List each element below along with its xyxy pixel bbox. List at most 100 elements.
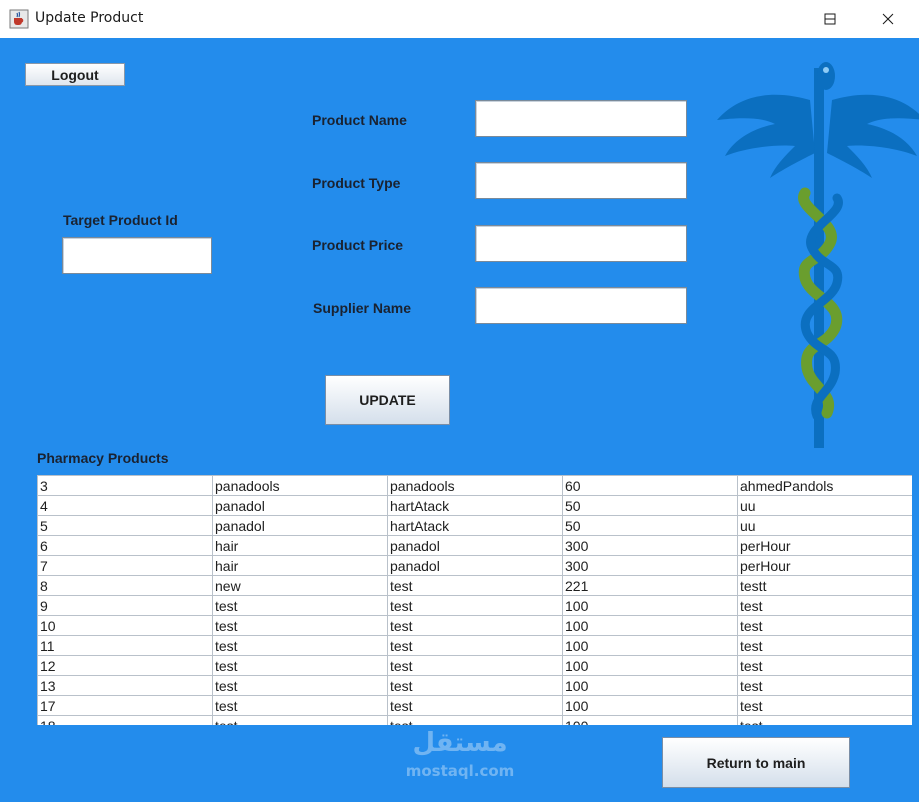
- table-row[interactable]: 12 test test 100 test: [37, 655, 912, 676]
- product-price-label: Product Price: [312, 237, 404, 253]
- table-row[interactable]: 9 test test 100 test: [37, 595, 912, 616]
- table-cell[interactable]: new: [212, 575, 388, 596]
- table-cell[interactable]: hair: [212, 555, 388, 576]
- table-cell[interactable]: 11: [37, 635, 213, 656]
- table-cell[interactable]: test: [212, 715, 388, 725]
- table-cell[interactable]: 100: [562, 715, 738, 725]
- table-cell[interactable]: 50: [562, 495, 738, 516]
- table-row[interactable]: 17 test test 100 test: [37, 695, 912, 716]
- table-cell[interactable]: 100: [562, 695, 738, 716]
- watermark-arabic-text: مستقل: [412, 728, 508, 758]
- table-cell[interactable]: hartAtack: [387, 495, 563, 516]
- table-cell[interactable]: test: [212, 595, 388, 616]
- table-row[interactable]: 13 test test 100 test: [37, 675, 912, 696]
- table-cell[interactable]: 100: [562, 655, 738, 676]
- table-cell[interactable]: test: [737, 615, 912, 636]
- table-cell[interactable]: panadol: [212, 495, 388, 516]
- target-product-id-field[interactable]: [62, 237, 212, 274]
- maximize-button[interactable]: [801, 0, 859, 38]
- table-cell[interactable]: 13: [37, 675, 213, 696]
- table-cell[interactable]: test: [737, 675, 912, 696]
- table-cell[interactable]: test: [387, 695, 563, 716]
- product-name-field[interactable]: [475, 100, 687, 137]
- table-cell[interactable]: 9: [37, 595, 213, 616]
- product-type-field[interactable]: [475, 162, 687, 199]
- table-cell[interactable]: 221: [562, 575, 738, 596]
- table-cell[interactable]: 5: [37, 515, 213, 536]
- table-row[interactable]: 10 test test 100 test: [37, 615, 912, 636]
- table-cell[interactable]: 6: [37, 535, 213, 556]
- table-cell[interactable]: 8: [37, 575, 213, 596]
- table-cell[interactable]: panadol: [387, 555, 563, 576]
- table-cell[interactable]: test: [737, 595, 912, 616]
- table-cell[interactable]: test: [387, 655, 563, 676]
- table-row[interactable]: 3 panadools panadools 60 ahmedPandols: [37, 475, 912, 496]
- caduceus-icon: [717, 62, 919, 448]
- table-row[interactable]: 7 hair panadol 300 perHour: [37, 555, 912, 576]
- maximize-icon: [824, 13, 836, 25]
- table-cell[interactable]: 50: [562, 515, 738, 536]
- table-cell[interactable]: test: [737, 695, 912, 716]
- table-cell[interactable]: test: [212, 635, 388, 656]
- product-type-label: Product Type: [312, 175, 401, 191]
- supplier-name-label: Supplier Name: [313, 300, 412, 316]
- table-cell[interactable]: test: [212, 655, 388, 676]
- table-cell[interactable]: test: [737, 655, 912, 676]
- table-row[interactable]: 5 panadol hartAtack 50 uu: [37, 515, 912, 536]
- table-cell[interactable]: 60: [562, 475, 738, 496]
- table-cell[interactable]: 10: [37, 615, 213, 636]
- table-cell[interactable]: test: [737, 715, 912, 725]
- supplier-name-field[interactable]: [475, 287, 687, 324]
- table-cell[interactable]: 12: [37, 655, 213, 676]
- table-cell[interactable]: uu: [737, 495, 912, 516]
- table-cell[interactable]: 100: [562, 675, 738, 696]
- table-cell[interactable]: test: [387, 615, 563, 636]
- table-cell[interactable]: test: [737, 635, 912, 656]
- table-cell[interactable]: perHour: [737, 555, 912, 576]
- table-cell[interactable]: 7: [37, 555, 213, 576]
- products-table[interactable]: 3 panadools panadools 60 ahmedPandols 4 panado…: [37, 475, 912, 725]
- table-cell[interactable]: test: [387, 595, 563, 616]
- table-cell[interactable]: test: [212, 695, 388, 716]
- table-cell[interactable]: test: [212, 675, 388, 696]
- table-cell[interactable]: ahmedPandols: [737, 475, 912, 496]
- table-cell[interactable]: test: [387, 675, 563, 696]
- table-cell[interactable]: perHour: [737, 535, 912, 556]
- mostaql-watermark: مستقل mostaql.com: [400, 728, 520, 788]
- table-cell[interactable]: 17: [37, 695, 213, 716]
- watermark-latin-text: mostaql.com: [405, 762, 515, 780]
- table-cell[interactable]: 4: [37, 495, 213, 516]
- table-cell[interactable]: panadools: [387, 475, 563, 496]
- table-cell[interactable]: test: [212, 615, 388, 636]
- target-product-id-label: Target Product Id: [63, 212, 178, 228]
- table-row[interactable]: 11 test test 100 test: [37, 635, 912, 656]
- table-row[interactable]: 8 new test 221 testt: [37, 575, 912, 596]
- table-cell[interactable]: test: [387, 575, 563, 596]
- table-cell[interactable]: 18: [37, 715, 213, 725]
- table-cell[interactable]: testt: [737, 575, 912, 596]
- table-cell[interactable]: uu: [737, 515, 912, 536]
- table-cell[interactable]: test: [387, 635, 563, 656]
- table-cell[interactable]: hartAtack: [387, 515, 563, 536]
- product-price-field[interactable]: [475, 225, 687, 262]
- table-cell[interactable]: panadol: [387, 535, 563, 556]
- close-button[interactable]: [859, 0, 917, 38]
- table-cell[interactable]: 100: [562, 635, 738, 656]
- update-button[interactable]: UPDATE: [325, 375, 450, 425]
- table-row[interactable]: 18testtest100test: [37, 715, 912, 725]
- update-product-panel: Logout Product Name Product Type Product…: [0, 38, 919, 802]
- table-cell[interactable]: 300: [562, 535, 738, 556]
- table-cell[interactable]: 100: [562, 595, 738, 616]
- return-to-main-button[interactable]: Return to main: [662, 737, 850, 788]
- table-cell[interactable]: 100: [562, 615, 738, 636]
- table-row[interactable]: 6 hair panadol 300 perHour: [37, 535, 912, 556]
- table-cell[interactable]: test: [387, 715, 563, 725]
- table-cell[interactable]: panadools: [212, 475, 388, 496]
- java-cup-icon: [9, 9, 29, 29]
- table-row[interactable]: 4 panadol hartAtack 50 uu: [37, 495, 912, 516]
- table-cell[interactable]: panadol: [212, 515, 388, 536]
- table-cell[interactable]: hair: [212, 535, 388, 556]
- table-cell[interactable]: 3: [37, 475, 213, 496]
- logout-button[interactable]: Logout: [25, 63, 125, 86]
- table-cell[interactable]: 300: [562, 555, 738, 576]
